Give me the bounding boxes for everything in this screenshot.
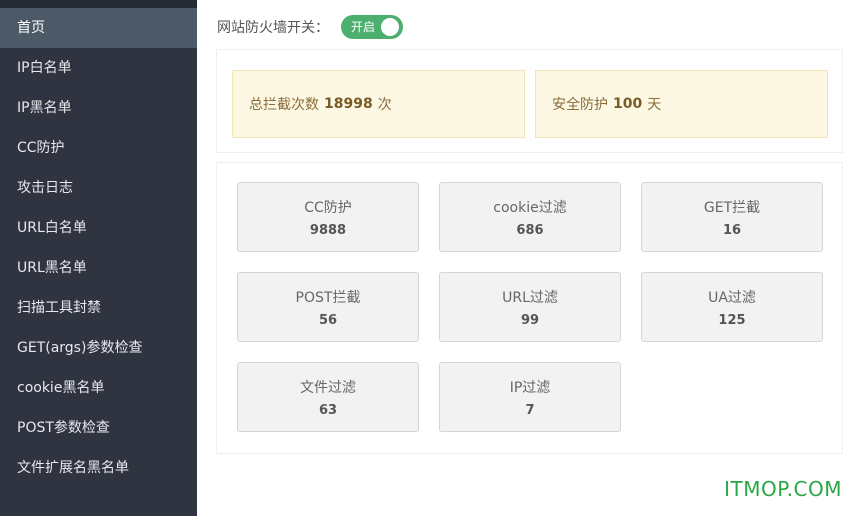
safe-days-box: 安全防护 100 天 [535, 70, 828, 138]
stat-label: UA过滤 [708, 290, 756, 306]
sidebar-item-cc-protection[interactable]: CC防护 [0, 128, 197, 168]
stat-card-post[interactable]: POST拦截 56 [237, 272, 419, 342]
sidebar-item-post-args-check[interactable]: POST参数检查 [0, 408, 197, 448]
stat-value: 99 [520, 313, 540, 328]
safe-days-prefix: 安全防护 [552, 97, 608, 113]
total-intercept-prefix: 总拦截次数 [249, 97, 319, 113]
stat-card-ua[interactable]: UA过滤 125 [641, 272, 823, 342]
stat-value: 686 [516, 223, 544, 238]
stat-card-file[interactable]: 文件过滤 63 [237, 362, 419, 432]
sidebar-item-ip-blacklist[interactable]: IP黑名单 [0, 88, 197, 128]
total-intercept-suffix: 次 [377, 97, 392, 113]
safe-days-value: 100 [613, 96, 643, 112]
stat-label: 文件过滤 [300, 380, 356, 396]
stat-label: IP过滤 [509, 380, 551, 396]
stat-label: GET拦截 [703, 200, 761, 216]
sidebar-item-get-args-check[interactable]: GET(args)参数检查 [0, 328, 197, 368]
firewall-toggle[interactable]: 开启 [341, 15, 403, 39]
stat-value: 63 [318, 403, 338, 418]
firewall-switch-row: 网站防火墙开关： 开启 [217, 14, 403, 40]
stat-value: 16 [722, 223, 742, 238]
stat-value: 9888 [309, 223, 347, 238]
sidebar-item-scanner-ban[interactable]: 扫描工具封禁 [0, 288, 197, 328]
sidebar-item-home[interactable]: 首页 [0, 8, 197, 48]
stat-card-get[interactable]: GET拦截 16 [641, 182, 823, 252]
stat-value: 56 [318, 313, 338, 328]
sidebar-item-attack-log[interactable]: 攻击日志 [0, 168, 197, 208]
stat-value: 7 [525, 403, 535, 418]
sidebar-item-cookie-blacklist[interactable]: cookie黑名单 [0, 368, 197, 408]
summary-panel: 总拦截次数 18998 次 安全防护 100 天 [216, 49, 843, 153]
stat-label: CC防护 [304, 200, 352, 216]
sidebar-item-url-blacklist[interactable]: URL黑名单 [0, 248, 197, 288]
stats-panel: CC防护 9888 cookie过滤 686 GET拦截 16 POST拦截 5… [216, 162, 843, 454]
sidebar-top-bar [0, 0, 197, 8]
stat-value: 125 [718, 313, 746, 328]
sidebar: 首页 IP白名单 IP黑名单 CC防护 攻击日志 URL白名单 URL黑名单 扫… [0, 0, 197, 516]
watermark: ITMOP.COM [724, 477, 842, 501]
sidebar-item-file-ext-blacklist[interactable]: 文件扩展名黑名单 [0, 448, 197, 488]
sidebar-item-url-whitelist[interactable]: URL白名单 [0, 208, 197, 248]
stat-label: URL过滤 [502, 290, 558, 306]
sidebar-item-ip-whitelist[interactable]: IP白名单 [0, 48, 197, 88]
stat-card-cookie[interactable]: cookie过滤 686 [439, 182, 621, 252]
stat-label: POST拦截 [295, 290, 361, 306]
stat-card-ip[interactable]: IP过滤 7 [439, 362, 621, 432]
main-content: 网站防火墙开关： 开启 总拦截次数 18998 次 安全防护 100 天 CC防… [197, 0, 848, 516]
total-intercept-box: 总拦截次数 18998 次 [232, 70, 525, 138]
toggle-state-label: 开启 [351, 20, 376, 34]
stat-card-url[interactable]: URL过滤 99 [439, 272, 621, 342]
toggle-knob [381, 18, 399, 36]
stat-card-cc[interactable]: CC防护 9888 [237, 182, 419, 252]
firewall-switch-label: 网站防火墙开关： [217, 20, 329, 36]
safe-days-suffix: 天 [647, 97, 662, 113]
stat-label: cookie过滤 [493, 200, 567, 216]
total-intercept-value: 18998 [324, 96, 373, 112]
